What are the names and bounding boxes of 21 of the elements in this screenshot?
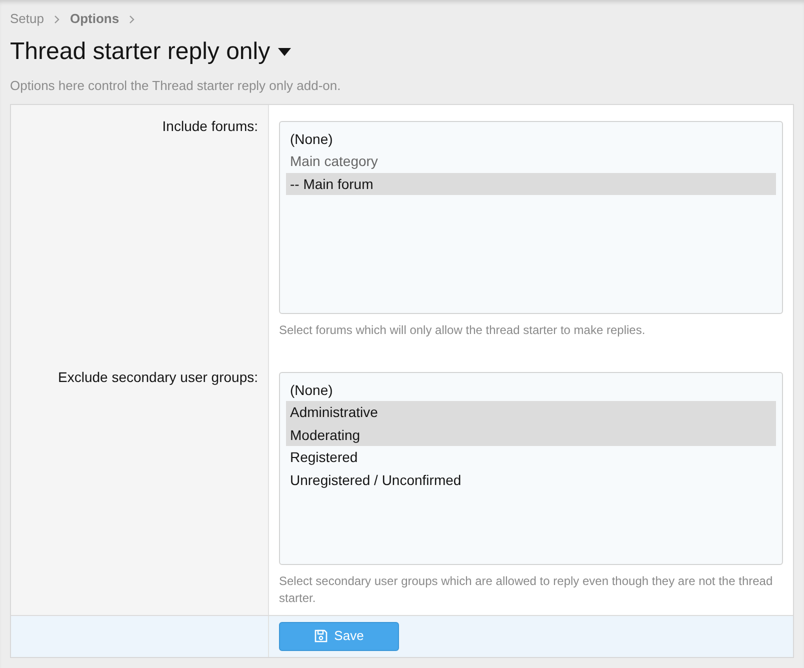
list-option[interactable]: (None) [286,378,776,401]
field-label: Include forums: [162,118,258,134]
page-description: Options here control the Thread starter reply only add-on. [10,77,342,95]
caret-icon[interactable] [278,48,292,56]
field-hint: Select secondary user groups which are allowed to reply even though they are not the thread starter. [279,572,774,606]
field-hint: Select forums which will only allow the thread starter to make replies. [279,322,646,338]
list-option[interactable]: Unregistered / Unconfirmed [286,468,776,491]
chevron-icon [54,14,60,24]
list-box[interactable]: (None) Administrative Moderating Registered Unregistered / Unconfirmed [279,372,783,564]
list-box[interactable]: (None) Main category -- Main forum [279,120,783,314]
list-option[interactable]: -- Main forum [286,172,776,195]
page-title: Thread starter reply only [10,37,270,67]
save-icon [314,629,328,643]
list-option[interactable]: Registered [286,446,776,468]
list-option[interactable]: Administrative [286,401,776,424]
option-group-label: Main category [289,152,379,171]
chevron-icon [129,14,136,24]
list-option[interactable]: Moderating [286,424,776,446]
list-option[interactable]: (None) [286,128,776,150]
field-label: Exclude secondary user groups: [58,368,258,384]
breadcrumb-link[interactable]: Options [70,9,120,29]
